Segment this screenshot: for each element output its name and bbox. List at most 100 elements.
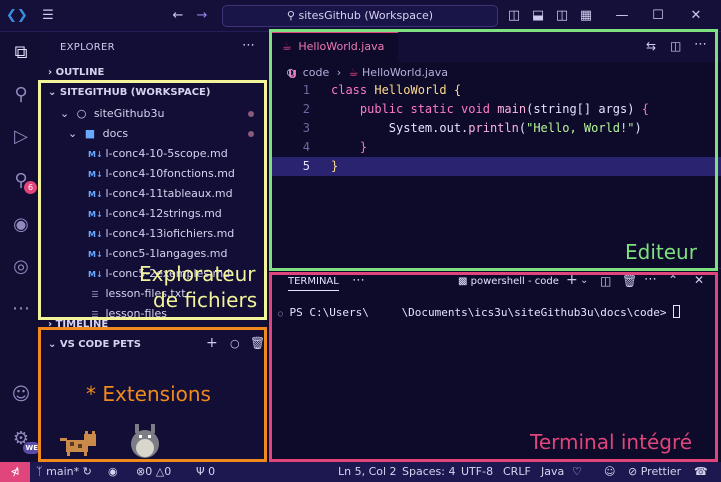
markdown-file-icon: M↓ (88, 190, 103, 199)
file-item[interactable]: M↓ l-conc5-1langages.md (42, 244, 268, 264)
add-pet-icon[interactable]: + (206, 335, 218, 351)
problems-indicator[interactable]: ⊗0 △0 (136, 462, 171, 482)
chevron-down-icon: ⌄ (48, 339, 57, 350)
more-actions-icon[interactable]: ⋯ (694, 37, 707, 52)
code-line[interactable]: 1 class HelloWorld { (270, 81, 721, 100)
more-actions-icon[interactable]: ⋯ (242, 38, 255, 53)
toggle-primary-sidebar-icon[interactable]: ◫ (506, 7, 522, 25)
compare-icon[interactable]: ⇆ (646, 39, 656, 53)
terminal-shell-selector[interactable]: ▩ powershell - code (458, 276, 559, 287)
bell-icon[interactable]: ☎ (694, 462, 708, 482)
file-item[interactable]: M↓ l-conc4-13iofichiers.md (42, 224, 268, 244)
indentation[interactable]: Spaces: 4 (402, 462, 455, 482)
more-actions-icon[interactable]: ⋯ (644, 272, 657, 287)
minimize-icon[interactable]: — (614, 7, 630, 25)
run-debug-icon[interactable]: ▷ (8, 124, 34, 150)
ball-icon[interactable]: ○ (230, 337, 240, 350)
prettier-check-icon: ⊘ (628, 465, 638, 478)
forward-arrow-icon[interactable]: → (194, 7, 210, 25)
title-bar: ❮❯ ☰ ← → ⚲ sitesGithub (Workspace) ◫ ⬓ ◫… (0, 0, 721, 32)
source-control-icon[interactable]: ⚲ 6 (8, 168, 37, 194)
copilot-icon[interactable]: ☺ (604, 462, 615, 482)
file-item[interactable]: M↓ l-conc4-10fonctions.md (42, 164, 268, 184)
command-center-search[interactable]: ⚲ sitesGithub (Workspace) (222, 5, 498, 27)
file-item[interactable]: M↓ l-conc4-11tableaux.md (42, 184, 268, 204)
account-badge: WE (23, 442, 40, 454)
tree-item-docs[interactable]: ⌄ ■ docs (42, 124, 268, 144)
prompt-circle-icon: ○ (278, 309, 283, 318)
chevron-down-icon: ⌄ (48, 87, 57, 98)
encoding[interactable]: UTF-8 (461, 462, 493, 482)
sync-icon: ↻ (82, 465, 92, 478)
settings-gear-icon[interactable]: ⚙ WE (8, 426, 40, 454)
search-icon[interactable]: ⚲ (8, 82, 34, 108)
prettier-indicator[interactable]: ⊘ Prettier (628, 462, 681, 482)
code-line-current[interactable]: 5 } (270, 157, 721, 176)
new-terminal-icon[interactable]: + (566, 272, 578, 288)
markdown-file-icon: M↓ (88, 210, 103, 219)
customize-layout-icon[interactable]: ▦ (578, 7, 594, 25)
remote-explorer-icon[interactable]: ◎ (8, 254, 34, 280)
trash-icon[interactable]: 🗑 (622, 274, 637, 288)
branch-icon: ᛉ (36, 465, 43, 478)
trash-icon[interactable]: 🗑 (250, 336, 265, 350)
breadcrumb-item[interactable]: HelloWorld.java (362, 66, 448, 79)
branch-indicator[interactable]: ᛉ main* ↻ (36, 462, 92, 482)
cursor-position[interactable]: Ln 5, Col 2 (338, 462, 397, 482)
timeline-section[interactable]: › TIMELINE (42, 316, 268, 334)
explorer-files-icon[interactable]: ⧉ (8, 40, 34, 66)
split-editor-icon[interactable]: ◫ (670, 39, 681, 53)
tree-item-project[interactable]: ⌄ ○ siteGithub3u (42, 104, 268, 124)
search-icon: ⚲ (286, 9, 295, 22)
more-actions-icon[interactable]: ⋯ (352, 273, 365, 288)
close-icon[interactable]: ✕ (688, 7, 704, 25)
terminal-annotation: Terminal intégré (530, 430, 693, 454)
code-line[interactable]: 3 System.out.println("Hello, World!") (270, 119, 721, 138)
explorer-annotation-line2: de fichiers (153, 288, 258, 312)
more-icon[interactable]: ⋯ (8, 296, 34, 322)
explorer-title: EXPLORER (60, 42, 115, 53)
modified-dot (248, 111, 254, 117)
maximize-panel-icon[interactable]: ⌃ (668, 273, 678, 287)
file-item[interactable]: M↓ l-conc4-12strings.md (42, 204, 268, 224)
toggle-secondary-sidebar-icon[interactable]: ◫ (554, 7, 570, 25)
extensions-annotation: * Extensions (86, 382, 211, 406)
line-number: 3 (302, 121, 310, 135)
workspace-section[interactable]: ⌄ SITEGITHUB (WORKSPACE) (42, 84, 268, 102)
breadcrumb-item[interactable]: code (303, 66, 330, 79)
account-icon[interactable]: ☺ (8, 382, 34, 408)
menu-icon[interactable]: ☰ (40, 7, 56, 25)
line-ending[interactable]: CRLF (503, 462, 531, 482)
editor-tab-bar: ☕ HelloWorld.java U ⇆ ◫ ⋯ (270, 32, 721, 81)
cat-pet-icon (60, 431, 96, 456)
toggle-panel-icon[interactable]: ⬓ (530, 7, 546, 25)
terminal-prompt-line[interactable]: ○ PS C:\Users\ \Documents\ics3u\siteGith… (278, 305, 681, 319)
close-panel-icon[interactable]: ✕ (694, 273, 704, 287)
github-status-icon[interactable]: ◉ (108, 462, 118, 482)
chevron-down-icon[interactable]: ⌄ (580, 275, 588, 286)
markdown-file-icon: M↓ (88, 250, 103, 259)
ports-indicator[interactable]: Ψ 0 (196, 462, 215, 482)
editor-area: ☕ HelloWorld.java U ⇆ ◫ ⋯ ⊙ code › ☕ Hel… (270, 32, 721, 268)
remote-indicator-icon[interactable]: ⋪ (0, 462, 30, 482)
back-arrow-icon[interactable]: ← (170, 7, 186, 25)
tab-helloworld-java[interactable]: ☕ HelloWorld.java U (270, 32, 398, 81)
antenna-icon: Ψ (196, 465, 205, 478)
error-icon: ⊗ (136, 465, 146, 478)
editor-annotation: Editeur (625, 240, 697, 264)
outline-section[interactable]: › OUTLINE (42, 64, 268, 82)
notifications-icon[interactable]: ♡ (572, 462, 582, 482)
line-number: 5 (302, 159, 310, 173)
language-mode[interactable]: Java (541, 462, 564, 482)
totoro-pet-icon (131, 424, 159, 458)
code-line[interactable]: 2 public static void main(string[] args)… (270, 100, 721, 119)
tab-terminal[interactable]: TERMINAL (288, 276, 339, 291)
split-terminal-icon[interactable]: ◫ (600, 274, 611, 288)
github-icon[interactable]: ◉ (8, 212, 34, 238)
markdown-file-icon: M↓ (88, 150, 103, 159)
maximize-icon[interactable]: ☐ (650, 7, 666, 25)
chevron-right-icon: › (48, 319, 53, 330)
java-file-icon: ☕ (282, 40, 292, 53)
file-item[interactable]: M↓ l-conc4-10-5scope.md (42, 144, 268, 164)
code-line[interactable]: 4 } (270, 138, 721, 157)
